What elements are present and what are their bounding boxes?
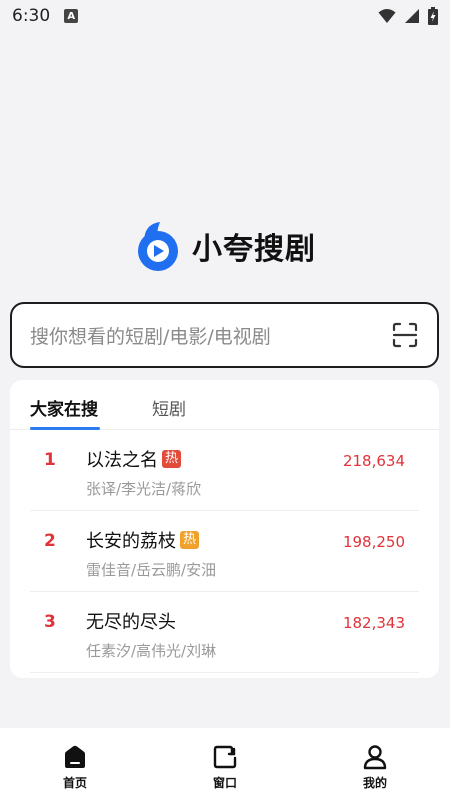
list-item[interactable]: 1 以法之名 热 张译/李光洁/蒋欣 218,634 <box>10 430 439 511</box>
drama-title: 长安的荔枝 <box>86 531 176 552</box>
tab-bar: 大家在搜 短剧 <box>10 380 439 430</box>
tab-trending[interactable]: 大家在搜 <box>30 395 98 420</box>
drama-title: 无尽的尽头 <box>86 612 176 633</box>
list-item[interactable]: 3 无尽的尽头 任素汐/高伟光/刘琳 182,343 <box>10 592 439 673</box>
nav-window[interactable]: 窗口 <box>150 728 300 800</box>
hot-badge: 热 <box>162 450 182 468</box>
rank-number: 3 <box>44 612 56 632</box>
title-line: 长安的荔枝 热 <box>86 527 200 553</box>
search-count: 198,250 <box>342 533 405 551</box>
cast-list: 张译/李光洁/蒋欣 <box>86 480 202 498</box>
wifi-icon <box>378 9 396 23</box>
brand-name: 小夸搜剧 <box>192 232 316 267</box>
search-bar[interactable]: 搜你想看的短剧/电影/电视剧 <box>10 302 439 368</box>
status-time: 6:30 <box>12 6 51 26</box>
divider <box>30 672 419 673</box>
signal-icon <box>405 9 419 23</box>
scan-icon[interactable] <box>391 321 419 349</box>
hot-badge: 热 <box>180 531 200 549</box>
brand-header: 小夸搜剧 <box>0 220 450 272</box>
battery-icon <box>428 7 438 25</box>
bottom-nav: 首页 窗口 我的 <box>0 728 450 800</box>
list-item[interactable]: 2 长安的荔枝 热 雷佳音/岳云鹏/安沺 198,250 <box>10 511 439 592</box>
drama-title: 以法之名 <box>86 450 158 471</box>
nav-label: 我的 <box>362 776 387 790</box>
search-count: 182,343 <box>342 614 405 632</box>
rank-number: 2 <box>44 531 56 551</box>
search-input[interactable]: 搜你想看的短剧/电影/电视剧 <box>30 322 391 349</box>
nav-label: 窗口 <box>212 776 237 790</box>
status-right <box>378 7 438 25</box>
nav-home[interactable]: 首页 <box>0 728 150 800</box>
nav-profile[interactable]: 我的 <box>300 728 450 800</box>
home-icon <box>65 745 85 768</box>
notification-a-icon: A <box>64 9 79 23</box>
window-icon <box>213 745 237 769</box>
trending-card: 大家在搜 短剧 1 以法之名 热 张译/李光洁/蒋欣 218,634 2 长安的… <box>10 380 439 678</box>
brand-logo-icon <box>138 222 178 271</box>
nav-label: 首页 <box>62 776 87 790</box>
tab-short-drama[interactable]: 短剧 <box>152 395 186 420</box>
user-icon <box>363 745 387 770</box>
title-line: 以法之名 热 <box>86 446 182 472</box>
cast-list: 任素汐/高伟光/刘琳 <box>86 642 217 660</box>
title-line: 无尽的尽头 <box>86 608 176 634</box>
rank-number: 1 <box>44 450 56 470</box>
cast-list: 雷佳音/岳云鹏/安沺 <box>86 561 217 579</box>
status-left: 6:30 A <box>12 6 79 26</box>
search-count: 218,634 <box>342 452 405 470</box>
status-bar: 6:30 A <box>0 0 450 32</box>
